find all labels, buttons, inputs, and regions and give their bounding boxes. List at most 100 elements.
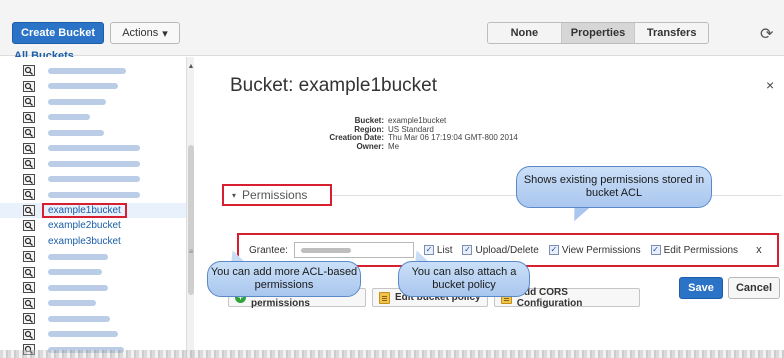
redacted-bucket-name <box>48 300 96 306</box>
bucket-search-icon <box>23 251 35 262</box>
bucket-search-icon <box>23 313 35 324</box>
actions-label: Actions <box>122 27 159 39</box>
view-switcher: None Properties Transfers <box>487 22 709 44</box>
checkbox-icon[interactable]: ✓ <box>548 245 559 255</box>
redacted-bucket-name <box>48 129 104 136</box>
redacted-bucket-name <box>48 160 140 167</box>
tab-transfers[interactable]: Transfers <box>634 23 708 43</box>
bucket-row[interactable] <box>0 94 186 109</box>
bucket-row[interactable]: example2bucket <box>0 218 186 233</box>
refresh-icon[interactable]: ⟳ <box>760 24 773 44</box>
bucket-name[interactable]: example3bucket <box>48 236 121 247</box>
bucket-details: Bucket: example1bucket Region: US Standard… <box>320 116 518 152</box>
bucket-search-icon <box>23 328 35 340</box>
bucket-search-icon <box>23 158 35 169</box>
bucket-list: example1bucket example2bucket example3buck… <box>0 57 194 358</box>
redacted-bucket-name <box>48 269 102 275</box>
cropped-page-edge <box>0 350 784 358</box>
bucket-search-icon <box>23 96 35 107</box>
chevron-down-icon: ▾ <box>162 27 168 40</box>
save-button[interactable]: Save <box>679 277 723 299</box>
checkbox-edit-permissions[interactable]: ✓ Edit Permissions <box>650 244 739 256</box>
detail-label: Owner: <box>356 141 384 151</box>
bucket-search-icon <box>23 297 35 309</box>
bucket-row[interactable] <box>0 249 186 264</box>
bucket-row[interactable] <box>0 79 186 94</box>
bucket-search-icon <box>23 235 35 247</box>
bucket-list-scrollbar[interactable]: ▲ ≡ <box>186 57 194 358</box>
checkbox-icon[interactable]: ✓ <box>650 245 661 255</box>
bucket-row[interactable]: example3bucket <box>0 234 186 249</box>
checkbox-upload-delete[interactable]: ✓ Upload/Delete <box>462 244 539 256</box>
bucket-row[interactable] <box>0 327 186 342</box>
detail-value: Thu Mar 06 17:19:04 GMT-800 2014 <box>388 133 518 142</box>
page-title: Bucket: example1bucket <box>230 75 438 96</box>
bucket-search-icon <box>23 266 35 278</box>
redacted-bucket-name <box>48 114 90 120</box>
bucket-search-icon <box>23 65 35 76</box>
redacted-bucket-name <box>48 315 110 322</box>
bucket-search-icon <box>23 220 35 231</box>
bucket-name[interactable]: example1bucket <box>42 202 127 218</box>
detail-value: Me <box>388 141 400 151</box>
bucket-row[interactable] <box>0 63 186 78</box>
bucket-row[interactable] <box>0 296 186 311</box>
bucket-row[interactable] <box>0 172 186 187</box>
scroll-thumb[interactable] <box>188 145 194 295</box>
bucket-search-icon <box>23 80 35 92</box>
close-icon[interactable]: × <box>766 77 774 93</box>
cancel-button[interactable]: Cancel <box>728 277 780 299</box>
bucket-row[interactable] <box>0 141 186 156</box>
bucket-row[interactable] <box>0 125 186 140</box>
redacted-bucket-name <box>48 331 118 337</box>
redacted-bucket-name <box>48 253 108 260</box>
checkbox-label: Upload/Delete <box>475 244 539 256</box>
redacted-bucket-name <box>48 176 140 182</box>
detail-row: Creation Date: Thu Mar 06 17:19:04 GMT-80… <box>320 133 518 143</box>
document-icon <box>379 291 390 304</box>
callout-attach-policy: You can also attach a bucket policy <box>398 261 530 297</box>
detail-row: Owner: Me <box>320 141 518 152</box>
redacted-bucket-name <box>48 284 108 291</box>
permissions-label: Permissions <box>242 188 308 202</box>
bucket-row[interactable] <box>0 280 186 295</box>
checkbox-label: List <box>436 244 453 256</box>
bucket-search-icon <box>23 111 35 123</box>
redacted-grantee-value <box>300 248 351 253</box>
grantee-input[interactable] <box>293 242 414 258</box>
bucket-row[interactable] <box>0 156 186 171</box>
bucket-search-icon <box>23 189 35 200</box>
create-bucket-button[interactable]: Create Bucket <box>12 22 104 44</box>
checkbox-label: Edit Permissions <box>663 244 739 256</box>
bucket-row[interactable] <box>0 187 186 202</box>
bucket-search-icon <box>23 204 35 216</box>
tab-none[interactable]: None <box>488 23 561 43</box>
top-toolbar: Create Bucket Actions ▾ All Buckets None… <box>0 0 784 62</box>
redacted-bucket-name <box>48 191 140 198</box>
actions-button[interactable]: Actions ▾ <box>110 22 180 44</box>
bucket-search-icon <box>23 173 35 185</box>
checkbox-icon[interactable]: ✓ <box>462 245 473 255</box>
remove-grantee-icon[interactable]: x <box>756 244 762 256</box>
redacted-bucket-name <box>48 67 126 74</box>
checkbox-label: View Permissions <box>561 244 641 256</box>
bucket-search-icon <box>23 282 35 293</box>
tab-properties[interactable]: Properties <box>560 23 635 43</box>
checkbox-list[interactable]: ✓ List <box>423 244 453 256</box>
redacted-bucket-name <box>48 83 118 89</box>
bucket-row[interactable]: example1bucket <box>0 202 186 218</box>
bucket-row[interactable] <box>0 110 186 125</box>
scroll-up-arrow-icon[interactable]: ▲ <box>187 63 195 70</box>
permissions-section-toggle[interactable]: ▾ Permissions <box>222 184 332 206</box>
redacted-bucket-name <box>48 98 106 105</box>
bucket-row[interactable] <box>0 311 186 326</box>
grantee-label: Grantee: <box>249 244 288 256</box>
bucket-search-icon <box>23 127 35 138</box>
callout-acl: Shows existing permissions stored in buc… <box>516 166 712 208</box>
redacted-bucket-name <box>48 145 140 151</box>
bucket-search-icon <box>23 142 35 154</box>
checkbox-view-permissions[interactable]: ✓ View Permissions <box>548 244 641 256</box>
bucket-name[interactable]: example2bucket <box>48 220 121 231</box>
bucket-row[interactable] <box>0 265 186 280</box>
add-cors-label: Add CORS Configuration <box>516 286 583 309</box>
